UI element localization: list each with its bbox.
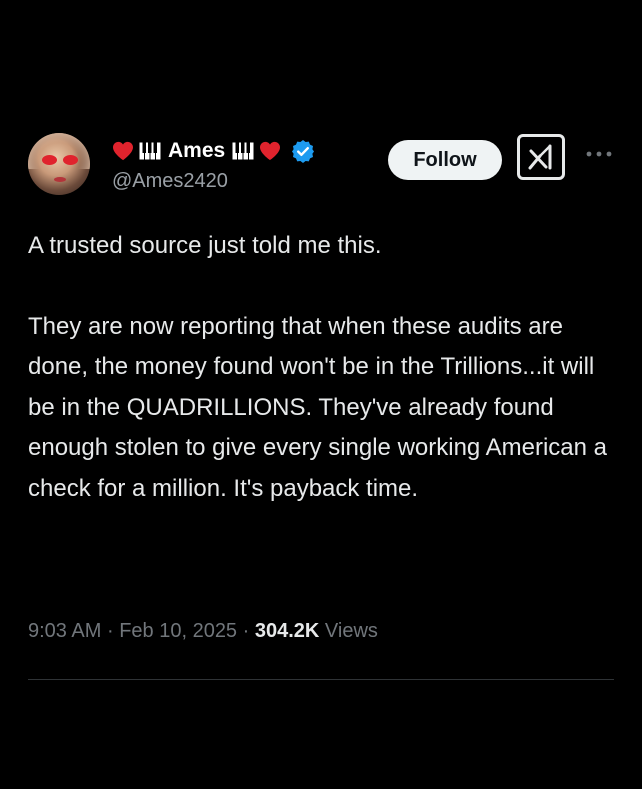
more-options-icon [586, 151, 612, 157]
grok-icon [528, 144, 552, 170]
meta-separator: · [242, 620, 250, 642]
tweet-date[interactable]: Feb 10, 2025 [119, 620, 237, 642]
avatar[interactable] [28, 133, 90, 195]
author-display-name: Ames [168, 139, 226, 162]
divider [28, 679, 614, 680]
tweet-header: Ames @Ames2420 Follow [28, 130, 618, 200]
tweet-meta: 9:03 AM · Feb 10, 2025 · 304.2K Views [28, 620, 378, 643]
author-handle[interactable]: @Ames2420 [112, 170, 228, 193]
views-count[interactable]: 304.2K [255, 620, 320, 642]
more-options-button[interactable] [584, 144, 614, 164]
piano-keys-icon [231, 141, 255, 161]
follow-button[interactable]: Follow [388, 140, 502, 180]
tweet-paragraph: A trusted source just told me this. [28, 232, 382, 259]
views-label: Views [324, 620, 378, 642]
grok-button[interactable] [517, 134, 565, 180]
tweet-text: A trusted source just told me this. They… [28, 226, 618, 509]
meta-separator: · [106, 620, 114, 642]
tweet-paragraph: They are now reporting that when these a… [28, 312, 607, 502]
red-heart-icon [113, 141, 133, 161]
author-name-row[interactable]: Ames [112, 136, 315, 166]
tweet-time[interactable]: 9:03 AM [28, 620, 101, 642]
tweet: Ames @Ames2420 Follow A trusted source j… [0, 0, 642, 789]
red-heart-icon [260, 141, 281, 161]
verified-badge-icon [292, 140, 315, 163]
piano-keys-icon [138, 141, 162, 161]
